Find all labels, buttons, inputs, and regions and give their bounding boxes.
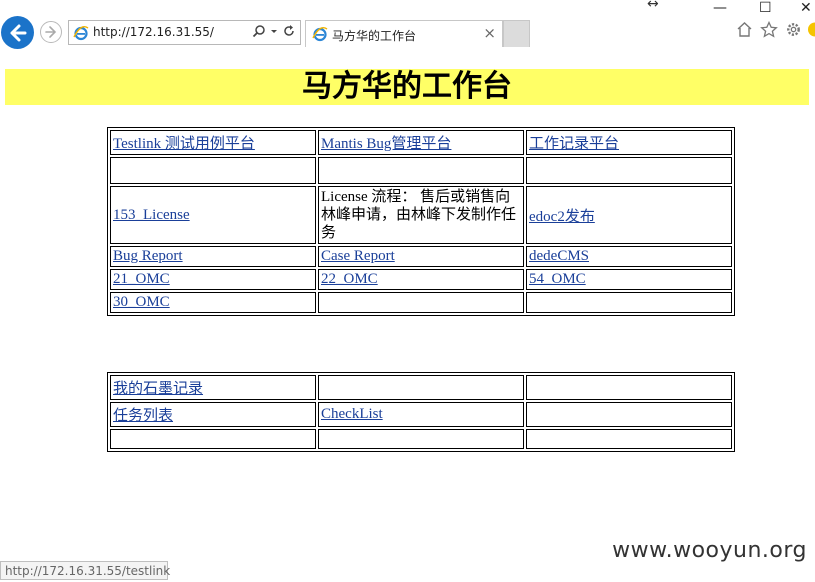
table-cell[interactable]: 30_OMC	[110, 292, 316, 313]
license-process-text: License 流程： 售后或销售向林峰申请，由林峰下发制作任务	[318, 186, 524, 244]
omc-30-link[interactable]: 30_OMC	[113, 294, 170, 310]
star-icon[interactable]	[760, 21, 778, 38]
minimize-button[interactable]: —	[713, 0, 727, 16]
dedecms-link[interactable]: dedeCMS	[529, 248, 589, 264]
forward-button[interactable]	[40, 21, 62, 43]
empty-cell	[526, 429, 732, 449]
empty-cell	[526, 402, 732, 427]
resize-icon: ↔	[647, 0, 659, 12]
address-tools	[252, 24, 296, 38]
empty-cell	[318, 157, 524, 184]
mantis-link[interactable]: Mantis Bug管理平台	[321, 136, 451, 152]
empty-cell	[110, 157, 316, 184]
arrow-right-icon	[45, 26, 57, 38]
watermark: www.wooyun.org	[612, 538, 807, 563]
arrow-left-icon	[10, 24, 26, 41]
table-cell[interactable]: 153_License	[110, 186, 316, 244]
bug-report-link[interactable]: Bug Report	[113, 248, 183, 264]
table-cell[interactable]: Mantis Bug管理平台	[318, 130, 524, 155]
shimo-record-link[interactable]: 我的石墨记录	[113, 381, 203, 397]
tab-workbench[interactable]: 马方华的工作台 ×	[305, 20, 503, 47]
omc-22-link[interactable]: 22_OMC	[321, 271, 378, 287]
table-cell[interactable]: Testlink 测试用例平台	[110, 130, 316, 155]
testlink-link[interactable]: Testlink 测试用例平台	[113, 136, 255, 152]
table-cell[interactable]: 54_OMC	[526, 269, 732, 290]
ie-logo-icon	[312, 26, 328, 42]
back-button[interactable]	[1, 16, 34, 49]
refresh-icon[interactable]	[282, 24, 296, 38]
ie-logo-icon	[73, 25, 89, 41]
table-cell[interactable]: 21_OMC	[110, 269, 316, 290]
table-cell[interactable]: dedeCMS	[526, 246, 732, 267]
address-text[interactable]: http://172.16.31.55/	[93, 25, 214, 39]
table-cell[interactable]: CheckList	[318, 402, 524, 427]
empty-cell	[526, 292, 732, 313]
table-cell[interactable]: Bug Report	[110, 246, 316, 267]
gear-icon[interactable]	[785, 21, 802, 38]
close-icon[interactable]: ×	[483, 24, 496, 42]
search-icon[interactable]	[252, 24, 266, 38]
omc-21-link[interactable]: 21_OMC	[113, 271, 170, 287]
checklist-link[interactable]: CheckList	[321, 406, 383, 422]
license-link[interactable]: 153_License	[113, 207, 190, 223]
page-title: 马方华的工作台	[5, 69, 809, 105]
table-cell[interactable]: Case Report	[318, 246, 524, 267]
address-bar[interactable]: http://172.16.31.55/	[68, 20, 301, 45]
close-window-button[interactable]: ✕	[800, 0, 812, 16]
table-cell[interactable]: 任务列表	[110, 402, 316, 427]
browser-chrome: http://172.16.31.55/ 马方华的工作台 × ↔ — ☐ ✕	[0, 0, 815, 52]
table-cell[interactable]: 我的石墨记录	[110, 375, 316, 400]
empty-cell	[110, 429, 316, 449]
chevron-down-icon[interactable]	[270, 24, 278, 38]
table-cell[interactable]: 工作记录平台	[526, 130, 732, 155]
task-list-link[interactable]: 任务列表	[113, 408, 173, 424]
links-table-personal: 我的石墨记录 任务列表 CheckList	[107, 372, 735, 452]
maximize-button[interactable]: ☐	[759, 0, 772, 16]
empty-cell	[318, 429, 524, 449]
new-tab-button[interactable]	[503, 20, 530, 47]
edoc2-link[interactable]: edoc2发布	[529, 209, 595, 225]
tab-title: 马方华的工作台	[332, 29, 417, 43]
work-record-link[interactable]: 工作记录平台	[529, 136, 619, 152]
case-report-link[interactable]: Case Report	[321, 248, 395, 264]
empty-cell	[526, 157, 732, 184]
links-table-main: Testlink 测试用例平台 Mantis Bug管理平台 工作记录平台 15…	[107, 127, 735, 316]
empty-cell	[526, 375, 732, 400]
table-cell[interactable]: 22_OMC	[318, 269, 524, 290]
omc-54-link[interactable]: 54_OMC	[529, 271, 586, 287]
smiley-icon[interactable]	[806, 21, 815, 38]
home-icon[interactable]	[736, 21, 753, 38]
empty-cell	[318, 292, 524, 313]
status-bar: http://172.16.31.55/testlink	[0, 561, 170, 580]
table-cell[interactable]: edoc2发布	[526, 186, 732, 244]
empty-cell	[318, 375, 524, 400]
